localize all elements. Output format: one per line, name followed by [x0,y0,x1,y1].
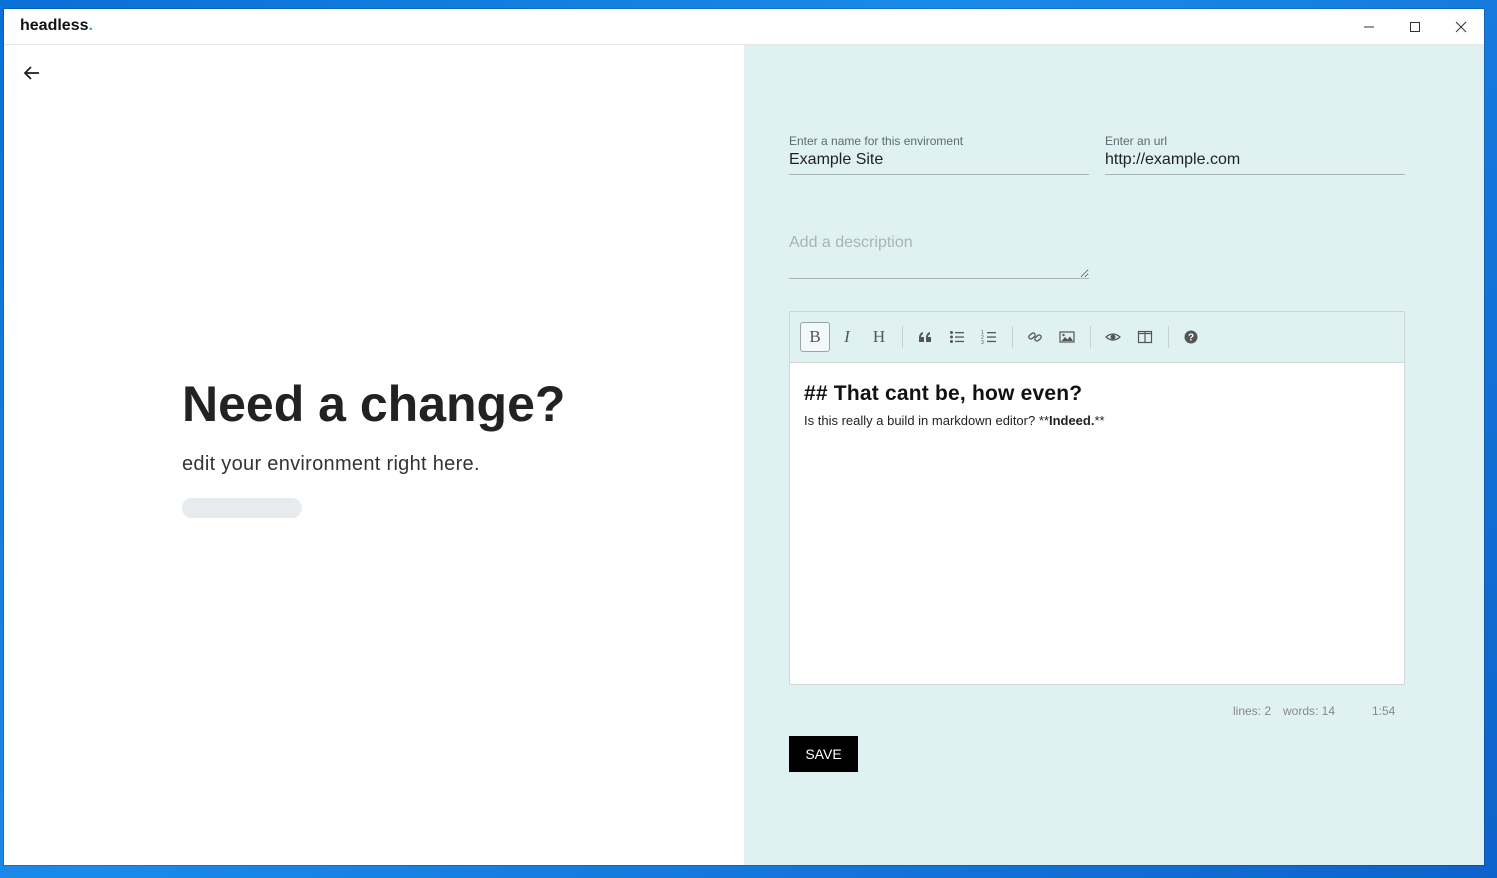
toolbar-separator [902,326,903,348]
page-heading: Need a change? [182,376,566,432]
quote-icon [919,332,931,342]
columns-icon [1137,330,1153,344]
editor-content[interactable]: ## That cant be, how even? Is this reall… [804,382,1384,428]
status-words: words: 14 [1283,704,1336,718]
heading-button[interactable]: H [864,322,894,352]
side-by-side-button[interactable] [1130,322,1160,352]
placeholder-pill [182,498,302,518]
image-icon [1059,331,1075,343]
app-title-dot: . [88,17,93,34]
bold-icon: B [809,327,821,346]
svg-text:3: 3 [981,340,984,345]
markdown-text: Is this really a build in markdown edito… [804,413,1049,428]
markdown-heading-line: ## That cant be, how even? [804,382,1083,405]
preview-button[interactable] [1098,322,1128,352]
guide-button[interactable]: ? [1176,322,1206,352]
url-field-label: Enter an url [1105,134,1168,148]
save-button[interactable]: SAVE [789,736,858,772]
unordered-list-button[interactable] [942,322,972,352]
description-input[interactable] [789,230,1089,279]
minimize-button[interactable] [1346,9,1392,44]
markdown-bold-suffix: ** [1094,413,1105,428]
maximize-button[interactable] [1392,9,1438,44]
image-button[interactable] [1052,322,1082,352]
italic-icon: I [844,327,850,346]
name-field-label: Enter a name for this enviroment [789,134,964,148]
heading-icon: H [872,327,886,346]
back-button[interactable] [20,61,44,85]
name-input[interactable] [789,151,1089,175]
url-field-group: Enter an url [1105,134,1405,175]
eye-icon [1105,333,1121,341]
name-field-group: Enter a name for this enviroment [789,134,1089,175]
app-window: headless. Need a change? edit your envir… [4,9,1484,865]
close-icon [1455,21,1467,32]
unordered-list-icon [950,331,964,343]
editor-toolbar: B I H 123 ? [790,312,1404,363]
markdown-text-line: Is this really a build in markdown edito… [804,413,1384,428]
status-lines: lines: 2 [1233,704,1272,718]
right-pane: Enter a name for this enviroment Enter a… [744,45,1484,865]
status-cursor: 1:54 [1372,704,1396,718]
toolbar-separator [1090,326,1091,348]
title-bar: headless. [4,9,1484,45]
page-subheading: edit your environment right here. [182,453,480,475]
markdown-editor: B I H 123 ? ## That cant be, how even? I… [789,311,1405,685]
app-title-text: headless [20,17,89,34]
link-icon [1028,332,1042,342]
ordered-list-icon: 123 [981,330,996,345]
toolbar-separator [1168,326,1169,348]
svg-text:?: ? [1188,333,1194,344]
maximize-icon [1410,21,1420,32]
bold-button[interactable]: B [800,322,830,352]
markdown-bold-text: Indeed. [1048,413,1095,428]
left-pane: Need a change? edit your environment rig… [4,45,744,865]
ordered-list-button[interactable]: 123 [974,322,1004,352]
close-button[interactable] [1438,9,1484,44]
quote-button[interactable] [910,322,940,352]
minimize-icon [1364,26,1374,27]
url-input[interactable] [1105,151,1405,175]
arrow-left-icon [23,66,39,80]
app-title: headless. [20,17,93,35]
italic-button[interactable]: I [832,322,862,352]
question-circle-icon: ? [1184,330,1198,344]
toolbar-separator [1012,326,1013,348]
link-button[interactable] [1020,322,1050,352]
